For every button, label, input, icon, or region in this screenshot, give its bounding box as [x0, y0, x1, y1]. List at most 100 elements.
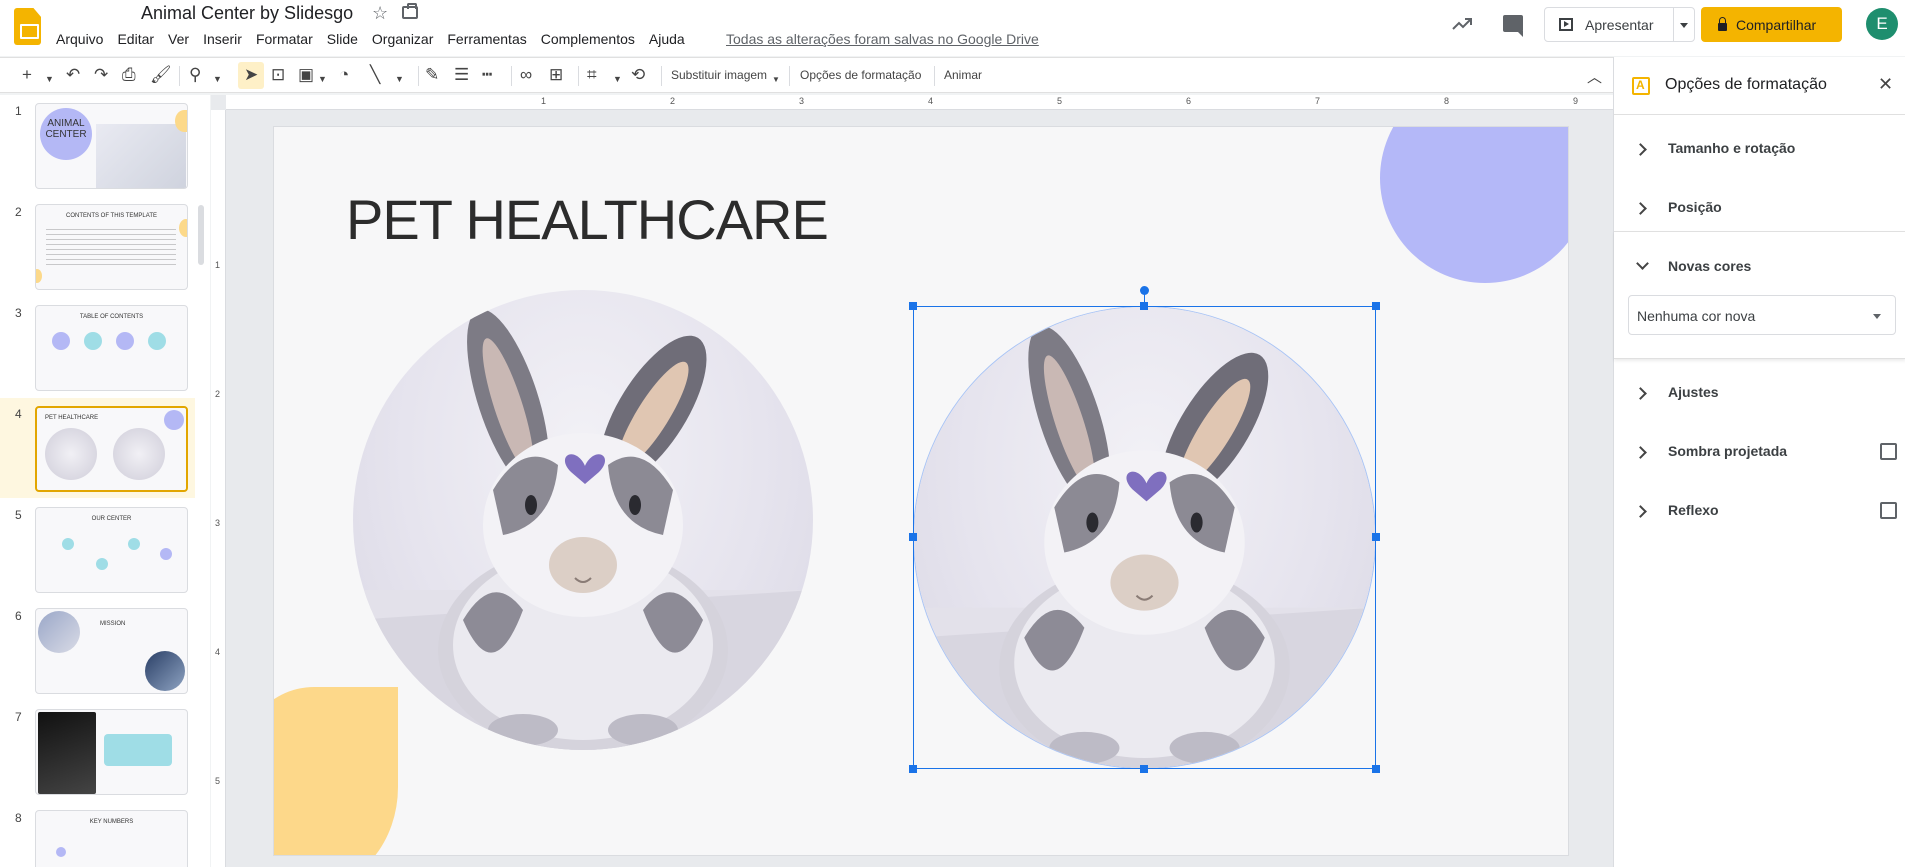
image-icon[interactable]: ▣ [298, 65, 314, 85]
format-options-button[interactable]: Opções de formatação [800, 68, 921, 82]
thumb-text-lines [46, 229, 176, 269]
paint-format-icon[interactable]: 🖌︎ [150, 65, 172, 85]
slide-title-text[interactable]: PET HEALTHCARE [346, 187, 829, 252]
reflection-checkbox[interactable] [1880, 502, 1897, 519]
save-status-link[interactable]: Todas as alterações foram salvas no Goog… [726, 31, 1039, 47]
present-icon [1559, 18, 1573, 31]
section-adjustments[interactable]: Ajustes [1614, 371, 1905, 429]
slide-thumbnail[interactable]: ANIMAL CENTER [35, 103, 188, 189]
section-drop-shadow[interactable]: Sombra projetada [1614, 430, 1905, 488]
decorative-yellow-shape[interactable] [274, 687, 398, 855]
replace-image-dropdown-icon[interactable]: ▼ [772, 70, 780, 90]
vertical-ruler[interactable]: 1 2 3 4 5 [211, 110, 226, 867]
rotation-handle[interactable] [1140, 286, 1149, 295]
slide-thumbnail-row[interactable]: 1 ANIMAL CENTER [0, 95, 195, 195]
resize-handle-e[interactable] [1372, 533, 1380, 541]
resize-handle-nw[interactable] [909, 302, 917, 310]
slide-thumbnail[interactable]: TABLE OF CONTENTS [35, 305, 188, 391]
slide-thumbnail[interactable]: OUR CENTER [35, 507, 188, 593]
menu-ferramentas[interactable]: Ferramentas [447, 31, 526, 47]
menu-ver[interactable]: Ver [168, 31, 189, 47]
border-color-icon[interactable]: ✎ [425, 65, 439, 85]
menu-formatar[interactable]: Formatar [256, 31, 313, 47]
document-title[interactable]: Animal Center by Slidesgo [141, 3, 353, 24]
slide-number: 2 [15, 205, 22, 219]
text-box-icon[interactable]: ⊡ [271, 65, 285, 85]
account-avatar[interactable]: E [1866, 8, 1898, 40]
slide-thumbnail-row[interactable]: 3 TABLE OF CONTENTS [0, 297, 195, 397]
dropdown-caret-icon [1873, 314, 1881, 319]
menu-slide[interactable]: Slide [327, 31, 358, 47]
menu-arquivo[interactable]: Arquivo [56, 31, 103, 47]
present-button[interactable]: Apresentar [1544, 7, 1678, 42]
redo-icon[interactable]: ↷ [94, 65, 108, 85]
add-comment-icon[interactable]: ⊞ [549, 65, 563, 85]
menu-complementos[interactable]: Complementos [541, 31, 635, 47]
close-icon[interactable]: ✕ [1878, 74, 1893, 95]
resize-handle-w[interactable] [909, 533, 917, 541]
new-slide-dropdown-icon[interactable]: ▼ [45, 69, 54, 89]
slide-thumbnail[interactable] [35, 709, 188, 795]
menu-inserir[interactable]: Inserir [203, 31, 242, 47]
slide-thumbnail[interactable]: KEY NUMBERS [35, 810, 188, 867]
resize-handle-sw[interactable] [909, 765, 917, 773]
slide-thumbnail[interactable]: CONTENTS OF THIS TEMPLATE [35, 204, 188, 290]
rabbit-image-left[interactable] [353, 290, 813, 750]
comment-icon[interactable] [1503, 15, 1523, 37]
link-icon[interactable]: ∞ [520, 65, 532, 85]
new-slide-icon[interactable]: + [22, 65, 32, 85]
slide-thumbnail[interactable]: PET HEALTHCARE [35, 406, 188, 492]
border-dash-icon[interactable]: ┅ [482, 65, 492, 85]
resize-handle-se[interactable] [1372, 765, 1380, 773]
resize-handle-s[interactable] [1140, 765, 1148, 773]
filmstrip-scrollbar[interactable] [198, 205, 204, 265]
slide-thumbnail-row[interactable]: 6 MISSION [0, 600, 195, 700]
decorative-purple-shape[interactable] [1380, 127, 1568, 283]
line-icon[interactable]: ╲ [370, 65, 380, 85]
slide-thumbnail-row[interactable]: 8 KEY NUMBERS [0, 802, 195, 867]
present-dropdown-button[interactable] [1673, 7, 1695, 42]
border-weight-icon[interactable]: ☰ [454, 65, 469, 85]
star-icon[interactable]: ☆ [372, 3, 388, 24]
move-to-folder-icon[interactable] [402, 3, 418, 19]
animate-button[interactable]: Animar [944, 68, 982, 82]
current-slide[interactable]: PET HEALTHCARE [274, 127, 1568, 855]
slide-thumbnail[interactable]: MISSION [35, 608, 188, 694]
selection-bounding-box[interactable] [913, 306, 1376, 769]
shape-icon[interactable]: ◔ [339, 65, 349, 85]
menu-ajuda[interactable]: Ajuda [649, 31, 685, 47]
crop-icon[interactable]: ⌗ [587, 65, 597, 85]
resize-handle-ne[interactable] [1372, 302, 1380, 310]
slides-logo-icon[interactable] [14, 8, 41, 45]
menu-editar[interactable]: Editar [117, 31, 154, 47]
format-options-panel: Opções de formatação ✕ Tamanho e rotação… [1613, 57, 1905, 867]
toolbar-separator [179, 66, 180, 86]
replace-image-button[interactable]: Substituir imagem [671, 68, 767, 82]
reset-image-icon[interactable]: ⟲ [631, 65, 645, 85]
section-size-rotation[interactable]: Tamanho e rotação [1614, 127, 1905, 185]
horizontal-ruler[interactable]: 1 2 3 4 5 6 7 8 9 [226, 95, 1613, 110]
thumb-toc-circle [84, 332, 102, 350]
slide-thumbnail-row[interactable]: 2 CONTENTS OF THIS TEMPLATE [0, 196, 195, 296]
line-dropdown-icon[interactable]: ▼ [395, 69, 404, 89]
activity-trend-icon[interactable] [1450, 12, 1474, 36]
mask-dropdown-icon[interactable]: ▼ [613, 69, 622, 89]
recolor-dropdown[interactable]: Nenhuma cor nova [1628, 295, 1896, 335]
section-reflection[interactable]: Reflexo [1614, 489, 1905, 547]
undo-icon[interactable]: ↶ [66, 65, 80, 85]
slide-thumbnail-row[interactable]: 7 [0, 701, 195, 801]
ruler-label: 3 [799, 96, 805, 106]
menu-organizar[interactable]: Organizar [372, 31, 433, 47]
resize-handle-n[interactable] [1140, 302, 1148, 310]
select-tool-icon[interactable]: ➤ [244, 65, 258, 85]
ruler-label: 4 [215, 647, 221, 657]
collapse-toolbar-icon[interactable]: ︿ [1587, 66, 1602, 87]
share-button[interactable]: Compartilhar [1701, 7, 1842, 42]
slide-thumbnail-row-selected[interactable]: 4 PET HEALTHCARE [0, 398, 195, 498]
zoom-icon[interactable]: ⚲ [189, 65, 201, 85]
image-dropdown-icon[interactable]: ▼ [318, 69, 327, 89]
print-icon[interactable]: ⎙ [122, 65, 136, 85]
drop-shadow-checkbox[interactable] [1880, 443, 1897, 460]
zoom-dropdown-icon[interactable]: ▼ [213, 69, 222, 89]
slide-thumbnail-row[interactable]: 5 OUR CENTER [0, 499, 195, 599]
